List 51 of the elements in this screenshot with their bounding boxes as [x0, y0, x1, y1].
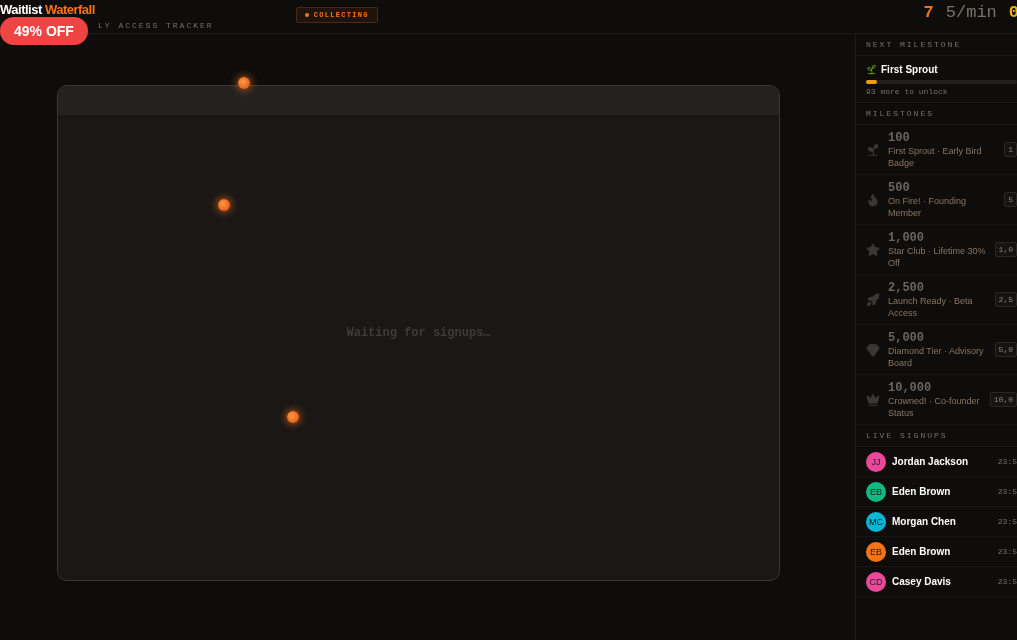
milestone-target: 5,000	[888, 330, 925, 345]
milestone-tag: 10,0	[989, 392, 1017, 407]
milestone-icon	[866, 142, 880, 157]
milestone-icon	[866, 242, 880, 257]
app-title: Waitlist Waterfall	[0, 3, 96, 17]
avatar: MC	[866, 511, 886, 532]
milestone-name: First Sprout	[881, 64, 938, 75]
discount-badge: 49% OFF	[0, 17, 88, 45]
signup-time: 23:5	[997, 577, 1017, 586]
milestone-target: 1,000	[888, 230, 925, 245]
signup-name: Eden Brown	[892, 486, 952, 497]
milestone-target: 100	[888, 130, 911, 145]
milestone-reward: Crowned! · Co-founder Status	[888, 394, 981, 419]
milestone-reward: Star Club · Lifetime 30% Off	[888, 244, 987, 269]
milestone-target: 10,000	[888, 380, 933, 395]
stat-value: 7	[923, 3, 934, 22]
milestone-icon	[866, 192, 880, 207]
milestone-icon	[866, 392, 880, 407]
milestone-tag: 1,0	[994, 242, 1017, 257]
milestone-icon	[866, 292, 880, 307]
signup-time: 23:5	[997, 547, 1017, 556]
signup-name: Morgan Chen	[892, 516, 957, 527]
milestone-reward: Launch Ready · Beta Access	[888, 294, 974, 319]
signup-name: Casey Davis	[892, 576, 952, 587]
sprout-icon	[866, 64, 877, 75]
milestone-target: 500	[888, 180, 911, 195]
milestone-reward: First Sprout · Early Bird Badge	[888, 144, 983, 169]
avatar: CD	[866, 571, 886, 592]
signup-time: 23:5	[997, 517, 1017, 526]
milestone-reward: On Fire! · Founding Member	[888, 194, 968, 219]
signup-time: 23:5	[997, 487, 1017, 496]
milestone-tag: 2,5	[994, 292, 1017, 307]
avatar: EB	[866, 541, 886, 562]
signup-name: Jordan Jackson	[892, 456, 970, 467]
section-heading: MILESTONES	[856, 103, 1017, 125]
signup-name: Eden Brown	[892, 546, 952, 557]
avatar: EB	[866, 481, 886, 502]
avatar: JJ	[866, 451, 886, 472]
milestone-tag: 1	[1004, 142, 1017, 157]
section-heading: LIVE SIGNUPS	[856, 425, 1017, 447]
milestone-reward: Diamond Tier · Advisory Board	[888, 344, 985, 369]
milestone-target: 2,500	[888, 280, 925, 295]
unlock-note: 93 more to unlock	[866, 87, 949, 96]
section-heading: NEXT MILESTONE	[856, 34, 1017, 56]
signup-time: 23:5	[997, 457, 1017, 466]
milestone-tag: 5,0	[994, 342, 1017, 357]
falling-orb	[238, 77, 250, 89]
stat-value: 5/min	[945, 3, 997, 22]
milestone-icon	[866, 342, 880, 357]
app-subtitle: LY ACCESS TRACKER	[98, 21, 214, 30]
milestone-tag: 5	[1004, 192, 1017, 207]
